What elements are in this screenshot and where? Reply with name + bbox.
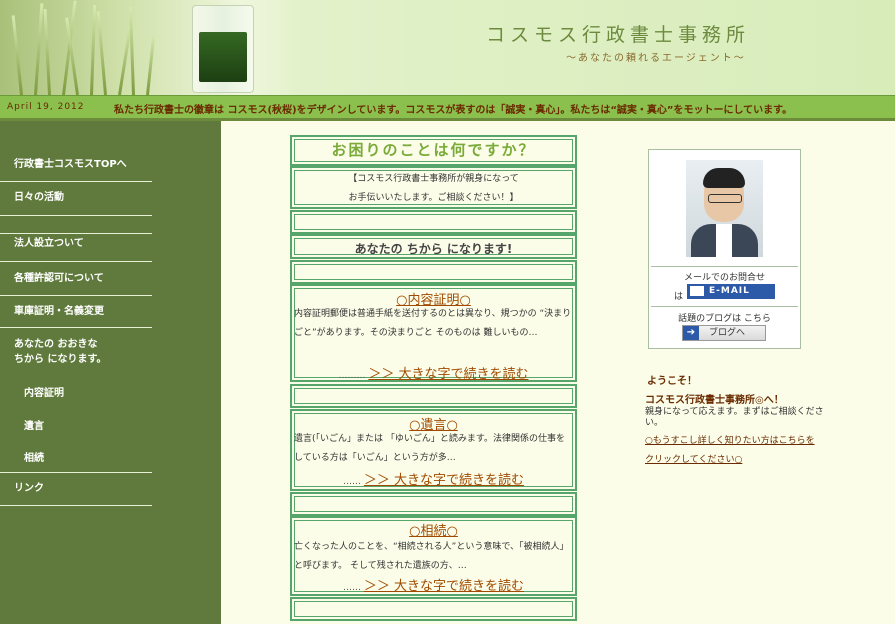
- sidebar-item-your-strength[interactable]: あなたの おおきな ちから になります。: [0, 328, 152, 473]
- profile-card: メールでのお問合せ は E-MAIL 話題のブログは こちら ➔ ブログへ: [648, 149, 801, 349]
- article-excerpt: 遺言(「いごん」または 「ゆいごん」と読みます。法律関係の仕事をしている方は「い…: [294, 434, 565, 463]
- site-title: コスモス行政書士事務所: [486, 24, 751, 46]
- sidebar-subitem-inheritance[interactable]: 相続: [24, 449, 44, 464]
- blog-button-label: ブログへ: [709, 328, 746, 338]
- sidebar: 行政書士コスモスTOPへ 日々の活動 法人設立ついて 各種許認可について 車庫証…: [0, 121, 221, 624]
- main-heading-box: お困りのことは何ですか？: [290, 135, 577, 166]
- article-box: ○内容証明○ 内容証明郵便は普通手紙を送付するのとは異なり、規つかの “決まりご…: [290, 284, 577, 382]
- intro-box: 【コスモス行政書士事務所が親身になって お手伝いいたします。ご相談ください！】: [290, 166, 577, 209]
- green-juice-glass: [192, 5, 254, 93]
- page-title: お困りのことは何ですか？: [331, 141, 536, 159]
- sidebar-item-label: あなたの おおきな ちから になります。: [14, 339, 107, 365]
- ellipsis: ………: [338, 371, 366, 381]
- strength-box: あなたの ちから になります!: [290, 234, 577, 259]
- header-photo: [0, 0, 300, 95]
- article-title[interactable]: ○相続○: [292, 520, 575, 539]
- read-more-link[interactable]: ＞＞ 大きな字で続きを読む: [368, 367, 528, 382]
- sidebar-item-activities[interactable]: 日々の活動: [0, 182, 152, 216]
- sidebar-item-label: 行政書士コスモスTOPへ: [14, 159, 127, 170]
- sidebar-item-incorporation[interactable]: 法人設立ついて: [0, 234, 152, 262]
- sidebar-item-blank[interactable]: [0, 216, 152, 234]
- sidebar-subitem-will[interactable]: 遺言: [24, 417, 44, 432]
- spacer-box: [290, 597, 577, 621]
- article-excerpt: 亡くなった人のことを、“相続される人”という意味で、「被相続人」と呼びます。 そ…: [294, 542, 569, 571]
- read-more-row: …… ＞＞ 大きな字で続きを読む: [292, 469, 575, 488]
- office-welcome: コスモス行政書士事務所◎へ！: [645, 395, 784, 406]
- site-tagline: 〜あなたの頼れるエージェント〜: [566, 53, 746, 64]
- read-more-link[interactable]: ＞＞ 大きな字で続きを読む: [364, 473, 524, 488]
- profile-photo: [686, 160, 763, 257]
- intro-line-1: 【コスモス行政書士事務所が親身になって: [348, 174, 519, 184]
- article-excerpt: 内容証明郵便は普通手紙を送付するのとは異なり、規つかの “決まりごと”があります…: [294, 309, 572, 338]
- news-bar: April 19, 2012 私たち行政書士の徽章は コスモス(秋桜)をデザイン…: [0, 95, 895, 121]
- sidebar-item-links[interactable]: リンク: [0, 473, 152, 506]
- sidebar-item-label: 車庫証明・名義変更: [14, 306, 104, 317]
- sidebar-subitem-certified-content[interactable]: 内容証明: [24, 384, 64, 399]
- arrow-right-icon: ➔: [683, 326, 699, 340]
- article-box: ○相続○ 亡くなった人のことを、“相続される人”という意味で、「被相続人」と呼び…: [290, 516, 577, 596]
- spacer-box: [290, 384, 577, 408]
- read-more-row: …… ＞＞ 大きな字で続きを読む: [292, 575, 575, 594]
- sidebar-item-label: リンク: [14, 483, 44, 494]
- spacer-box: [290, 260, 577, 284]
- blog-button[interactable]: ➔ ブログへ: [682, 325, 766, 341]
- sidebar-item-label: 法人設立ついて: [14, 238, 84, 249]
- news-date: April 19, 2012: [7, 102, 85, 112]
- strength-heading: あなたの ちから になります!: [354, 242, 513, 256]
- blog-label: 話題のブログは こちら: [678, 314, 771, 324]
- welcome-body: 親身になって応えます。まずはご相談ください。: [645, 407, 824, 428]
- sidebar-item-garage-certificate[interactable]: 車庫証明・名義変更: [0, 296, 152, 328]
- spacer-box: [290, 492, 577, 516]
- site-header: コスモス行政書士事務所 〜あなたの頼れるエージェント〜: [0, 0, 895, 95]
- read-more-link[interactable]: ＞＞ 大きな字で続きを読む: [364, 579, 524, 594]
- news-ticker-text: 私たち行政書士の徽章は コスモス(秋桜)をデザインしています。コスモスが表すのは…: [114, 105, 793, 116]
- details-link[interactable]: クリックしてください○: [645, 452, 742, 465]
- email-button-label: E-MAIL: [709, 286, 750, 296]
- envelope-icon: [690, 286, 704, 296]
- sidebar-item-label: 各種許認可について: [14, 273, 104, 284]
- read-more-row: ……… ＞＞ 大きな字で続きを読む: [292, 363, 575, 382]
- ellipsis: ……: [342, 583, 361, 593]
- spacer-box: [290, 210, 577, 234]
- intro-line-2: お手伝いいたします。ご相談ください！】: [348, 193, 519, 203]
- details-link[interactable]: ○もうすこし詳しく知りたい方はこちらを: [645, 433, 815, 446]
- sidebar-item-top[interactable]: 行政書士コスモスTOPへ: [0, 146, 152, 182]
- sidebar-item-permits[interactable]: 各種許認可について: [0, 262, 152, 296]
- article-box: ○遺言○ 遺言(「いごん」または 「ゆいごん」と読みます。法律関係の仕事をしてい…: [290, 409, 577, 491]
- welcome-heading: ようこそ！: [647, 376, 697, 387]
- email-button[interactable]: E-MAIL: [687, 284, 775, 299]
- mail-particle: は: [674, 292, 684, 302]
- mail-inquiry-label: メールでのお問合せ: [683, 273, 765, 283]
- sidebar-item-label: 日々の活動: [14, 192, 64, 203]
- ellipsis: ……: [342, 477, 361, 487]
